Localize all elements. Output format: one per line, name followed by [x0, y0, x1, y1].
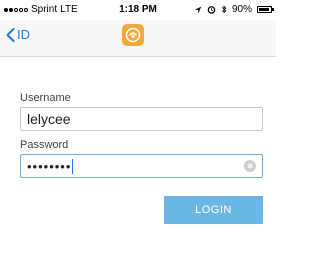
battery-percent: 90%: [231, 4, 252, 15]
username-value: lelycee: [27, 111, 71, 127]
login-button[interactable]: LOGIN: [164, 196, 263, 224]
back-button[interactable]: ID: [6, 27, 30, 42]
chevron-left-icon: [6, 27, 15, 42]
battery-icon: [257, 6, 274, 13]
app-logo-icon: [125, 27, 141, 43]
password-field[interactable]: ••••••••: [20, 154, 263, 178]
alarm-clock-icon: [207, 6, 216, 14]
password-label: Password: [20, 139, 69, 151]
bluetooth-icon: [221, 5, 227, 14]
login-form: Username lelycee Password ••••••••: [20, 92, 263, 178]
location-arrow-icon: [194, 6, 202, 13]
back-label: ID: [17, 27, 30, 42]
username-label: Username: [20, 92, 71, 104]
status-right: 90%: [194, 4, 274, 15]
battery-fill: [259, 8, 269, 11]
clear-text-icon[interactable]: [244, 160, 256, 172]
text-caret: [72, 158, 74, 174]
password-value: ••••••••: [27, 158, 72, 174]
navigation-bar: ID: [0, 20, 276, 57]
username-field[interactable]: lelycee: [20, 107, 263, 131]
app-logo: [122, 24, 144, 46]
status-bar: Sprint LTE 1:18 PM 90%: [0, 0, 276, 20]
